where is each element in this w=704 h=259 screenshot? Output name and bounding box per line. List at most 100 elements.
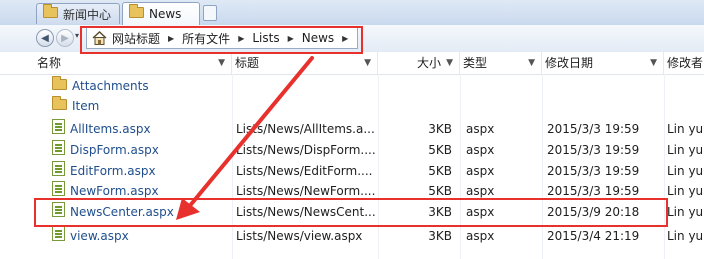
cell-size: 3KB — [428, 229, 452, 243]
cell-name[interactable]: AllItems.aspx — [52, 119, 230, 140]
back-button[interactable]: ◀ — [36, 29, 54, 47]
file-name[interactable]: view.aspx — [70, 226, 129, 247]
folder-icon — [129, 4, 144, 21]
sort-dropdown-icon[interactable]: ▼ — [650, 52, 657, 74]
column-header-type[interactable]: 类型 ▼ — [460, 52, 542, 74]
cell-size — [378, 96, 452, 117]
cell-title — [236, 76, 376, 97]
crumb-news[interactable]: News — [299, 31, 337, 45]
cell-type: aspx — [466, 122, 495, 136]
aspx-file-icon — [52, 161, 65, 182]
crumb-all-files[interactable]: 所有文件 — [179, 30, 233, 47]
tab-strip: 新闻中心 News — [0, 0, 704, 26]
file-name[interactable]: NewsCenter.aspx — [70, 202, 174, 223]
column-header-modified-by[interactable]: 修改者 — [664, 52, 704, 74]
file-name[interactable]: EditForm.aspx — [70, 161, 156, 182]
aspx-file-icon — [52, 119, 65, 140]
cell-name[interactable]: NewForm.aspx — [52, 181, 230, 202]
cell-type — [466, 96, 536, 117]
crumb-separator-icon[interactable]: ▶ — [337, 34, 353, 43]
file-name[interactable]: NewForm.aspx — [70, 181, 159, 202]
cell-modified-by: Lin yu — [667, 143, 704, 157]
folder-icon — [52, 96, 67, 117]
cell-title: Lists/News/AllItems.a... — [236, 122, 375, 136]
cell-modified: 2015/3/4 21:19 — [547, 229, 640, 243]
table-row[interactable]: NewsCenter.aspx Lists/News/NewsCent... 3KB… — [0, 202, 704, 223]
sort-dropdown-icon[interactable]: ▼ — [446, 52, 453, 74]
tab-news[interactable]: News — [122, 2, 200, 25]
forward-button[interactable]: ▶ — [56, 29, 74, 47]
cell-size: 5KB — [428, 143, 452, 157]
cell-modified: 2015/3/9 20:18 — [547, 205, 640, 219]
table-row[interactable]: view.aspx Lists/News/view.aspx 3KB aspx 2015… — [0, 226, 704, 247]
cell-modified — [547, 96, 661, 117]
cell-name[interactable]: view.aspx — [52, 226, 230, 247]
sort-dropdown-icon[interactable]: ▼ — [364, 52, 371, 74]
tab-label: News — [149, 7, 182, 21]
home-icon — [92, 31, 107, 45]
file-name[interactable]: Attachments — [72, 76, 149, 97]
cell-size: 3KB — [428, 122, 452, 136]
crumb-separator-icon[interactable]: ▶ — [233, 34, 249, 43]
cell-modified-by: Lin yu — [667, 164, 704, 178]
file-name[interactable]: DispForm.aspx — [70, 140, 159, 161]
cell-modified — [547, 76, 661, 97]
folder-icon — [43, 4, 58, 21]
aspx-file-icon — [52, 181, 65, 202]
file-name[interactable]: Item — [72, 96, 99, 117]
forward-arrow-icon: ▶ — [61, 32, 69, 44]
cell-type: aspx — [466, 184, 495, 198]
table-row[interactable]: NewForm.aspx Lists/News/NewForm.... 5KB asp… — [0, 181, 704, 202]
column-header-name[interactable]: 名称 ▼ — [34, 52, 232, 74]
crumb-site-title[interactable]: 网站标题 — [109, 30, 163, 47]
column-header-modified[interactable]: 修改日期 ▼ — [542, 52, 664, 74]
sort-dropdown-icon[interactable]: ▼ — [528, 52, 535, 74]
cell-type: aspx — [466, 205, 495, 219]
cell-name[interactable]: DispForm.aspx — [52, 140, 230, 161]
cell-name[interactable]: Item — [52, 96, 230, 117]
cell-modified-by — [667, 76, 704, 97]
cell-size: 5KB — [428, 184, 452, 198]
cell-type: aspx — [466, 164, 495, 178]
cell-modified-by: Lin yu — [667, 122, 704, 136]
cell-title: Lists/News/view.aspx — [236, 229, 363, 243]
cell-modified: 2015/3/3 19:59 — [547, 143, 640, 157]
crumb-separator-icon[interactable]: ▶ — [283, 34, 299, 43]
history-dropdown-icon[interactable]: ▾ — [75, 31, 79, 40]
cell-name[interactable]: NewsCenter.aspx — [52, 202, 230, 223]
folder-icon — [52, 76, 67, 97]
cell-title: Lists/News/NewsCent... — [236, 205, 376, 219]
new-tab-icon[interactable] — [203, 5, 217, 21]
cell-modified-by — [667, 96, 704, 117]
table-row[interactable]: EditForm.aspx Lists/News/EditForm.... 5KB a… — [0, 161, 704, 182]
table-row[interactable]: Attachments — [0, 76, 704, 97]
table-row[interactable]: AllItems.aspx Lists/News/AllItems.a... 3KB… — [0, 119, 704, 140]
tab-label: 新闻中心 — [63, 7, 112, 22]
column-header-size[interactable]: 大小 ▼ — [378, 52, 460, 74]
crumb-lists[interactable]: Lists — [249, 31, 282, 45]
breadcrumb[interactable]: 网站标题 ▶ 所有文件 ▶ Lists ▶ News ▶ — [86, 27, 358, 49]
cell-title: Lists/News/DispForm.... — [236, 143, 376, 157]
aspx-file-icon — [52, 226, 65, 247]
cell-size — [378, 76, 452, 97]
cell-title — [236, 96, 376, 117]
sort-dropdown-icon[interactable]: ▼ — [218, 52, 225, 74]
file-name[interactable]: AllItems.aspx — [70, 119, 151, 140]
crumb-separator-icon[interactable]: ▶ — [163, 34, 179, 43]
cell-type: aspx — [466, 229, 495, 243]
tab-news-center[interactable]: 新闻中心 — [36, 3, 120, 24]
address-bar: ◀ ▶ ▾ 网站标题 ▶ 所有文件 ▶ Lists ▶ News ▶ — [0, 25, 704, 53]
cell-name[interactable]: Attachments — [52, 76, 230, 97]
table-row[interactable]: Item — [0, 96, 704, 117]
column-header-title[interactable]: 标题 ▼ — [232, 52, 378, 74]
aspx-file-icon — [52, 202, 65, 223]
cell-size: 3KB — [428, 205, 452, 219]
cell-modified-by: Lin yu — [667, 229, 704, 243]
cell-name[interactable]: EditForm.aspx — [52, 161, 230, 182]
cell-type: aspx — [466, 143, 495, 157]
cell-modified: 2015/3/3 19:59 — [547, 184, 640, 198]
cell-modified-by: Lin yu — [667, 184, 704, 198]
back-arrow-icon: ◀ — [41, 32, 49, 44]
table-row[interactable]: DispForm.aspx Lists/News/DispForm.... 5KB a… — [0, 140, 704, 161]
cell-title: Lists/News/NewForm.... — [236, 184, 376, 198]
